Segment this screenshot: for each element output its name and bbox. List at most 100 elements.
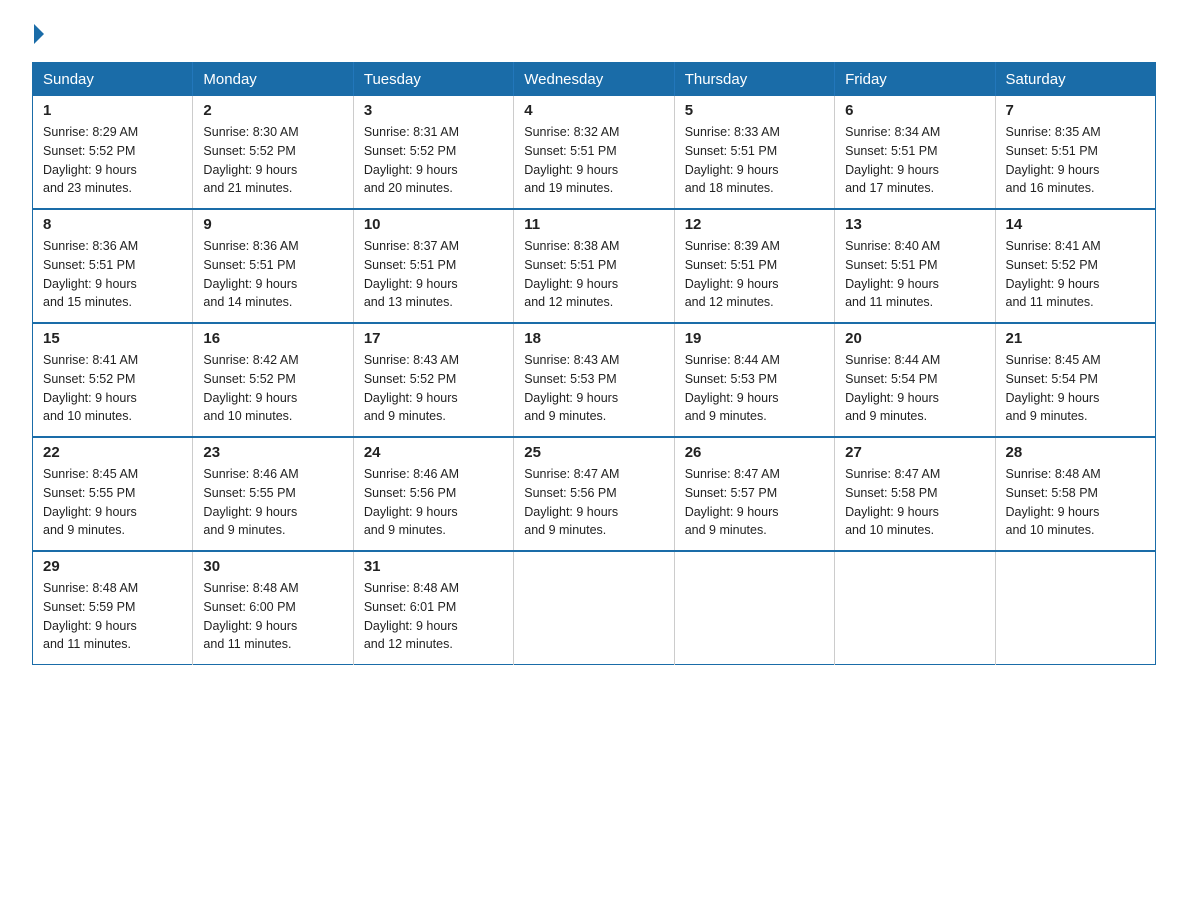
day-number: 3 xyxy=(364,102,503,119)
table-row: 10 Sunrise: 8:37 AMSunset: 5:51 PMDaylig… xyxy=(353,209,513,323)
day-number: 2 xyxy=(203,102,342,119)
day-number: 26 xyxy=(685,444,824,461)
header-tuesday: Tuesday xyxy=(353,63,513,97)
day-number: 16 xyxy=(203,330,342,347)
day-info: Sunrise: 8:36 AMSunset: 5:51 PMDaylight:… xyxy=(203,237,342,312)
day-info: Sunrise: 8:40 AMSunset: 5:51 PMDaylight:… xyxy=(845,237,984,312)
day-info: Sunrise: 8:29 AMSunset: 5:52 PMDaylight:… xyxy=(43,123,182,198)
day-info: Sunrise: 8:47 AMSunset: 5:57 PMDaylight:… xyxy=(685,465,824,540)
day-info: Sunrise: 8:33 AMSunset: 5:51 PMDaylight:… xyxy=(685,123,824,198)
table-row: 13 Sunrise: 8:40 AMSunset: 5:51 PMDaylig… xyxy=(835,209,995,323)
calendar-week-row: 29 Sunrise: 8:48 AMSunset: 5:59 PMDaylig… xyxy=(33,551,1156,665)
header-thursday: Thursday xyxy=(674,63,834,97)
day-number: 4 xyxy=(524,102,663,119)
table-row: 14 Sunrise: 8:41 AMSunset: 5:52 PMDaylig… xyxy=(995,209,1155,323)
table-row: 9 Sunrise: 8:36 AMSunset: 5:51 PMDayligh… xyxy=(193,209,353,323)
day-number: 27 xyxy=(845,444,984,461)
day-info: Sunrise: 8:41 AMSunset: 5:52 PMDaylight:… xyxy=(1006,237,1145,312)
day-info: Sunrise: 8:45 AMSunset: 5:54 PMDaylight:… xyxy=(1006,351,1145,426)
table-row: 29 Sunrise: 8:48 AMSunset: 5:59 PMDaylig… xyxy=(33,551,193,665)
day-info: Sunrise: 8:44 AMSunset: 5:54 PMDaylight:… xyxy=(845,351,984,426)
day-info: Sunrise: 8:32 AMSunset: 5:51 PMDaylight:… xyxy=(524,123,663,198)
header-friday: Friday xyxy=(835,63,995,97)
day-info: Sunrise: 8:31 AMSunset: 5:52 PMDaylight:… xyxy=(364,123,503,198)
day-info: Sunrise: 8:39 AMSunset: 5:51 PMDaylight:… xyxy=(685,237,824,312)
header-sunday: Sunday xyxy=(33,63,193,97)
table-row: 22 Sunrise: 8:45 AMSunset: 5:55 PMDaylig… xyxy=(33,437,193,551)
day-number: 25 xyxy=(524,444,663,461)
table-row: 28 Sunrise: 8:48 AMSunset: 5:58 PMDaylig… xyxy=(995,437,1155,551)
table-row: 11 Sunrise: 8:38 AMSunset: 5:51 PMDaylig… xyxy=(514,209,674,323)
table-row: 12 Sunrise: 8:39 AMSunset: 5:51 PMDaylig… xyxy=(674,209,834,323)
day-number: 20 xyxy=(845,330,984,347)
header-saturday: Saturday xyxy=(995,63,1155,97)
table-row: 27 Sunrise: 8:47 AMSunset: 5:58 PMDaylig… xyxy=(835,437,995,551)
day-info: Sunrise: 8:48 AMSunset: 6:00 PMDaylight:… xyxy=(203,579,342,654)
table-row: 26 Sunrise: 8:47 AMSunset: 5:57 PMDaylig… xyxy=(674,437,834,551)
table-row: 31 Sunrise: 8:48 AMSunset: 6:01 PMDaylig… xyxy=(353,551,513,665)
table-row: 30 Sunrise: 8:48 AMSunset: 6:00 PMDaylig… xyxy=(193,551,353,665)
header-wednesday: Wednesday xyxy=(514,63,674,97)
day-info: Sunrise: 8:42 AMSunset: 5:52 PMDaylight:… xyxy=(203,351,342,426)
table-row xyxy=(514,551,674,665)
table-row: 16 Sunrise: 8:42 AMSunset: 5:52 PMDaylig… xyxy=(193,323,353,437)
table-row: 3 Sunrise: 8:31 AMSunset: 5:52 PMDayligh… xyxy=(353,96,513,209)
day-number: 17 xyxy=(364,330,503,347)
header-monday: Monday xyxy=(193,63,353,97)
day-number: 22 xyxy=(43,444,182,461)
logo-triangle-icon xyxy=(34,24,44,44)
day-info: Sunrise: 8:48 AMSunset: 6:01 PMDaylight:… xyxy=(364,579,503,654)
table-row: 8 Sunrise: 8:36 AMSunset: 5:51 PMDayligh… xyxy=(33,209,193,323)
day-number: 15 xyxy=(43,330,182,347)
day-number: 29 xyxy=(43,558,182,575)
day-number: 1 xyxy=(43,102,182,119)
calendar-week-row: 15 Sunrise: 8:41 AMSunset: 5:52 PMDaylig… xyxy=(33,323,1156,437)
day-info: Sunrise: 8:37 AMSunset: 5:51 PMDaylight:… xyxy=(364,237,503,312)
day-info: Sunrise: 8:46 AMSunset: 5:55 PMDaylight:… xyxy=(203,465,342,540)
table-row: 5 Sunrise: 8:33 AMSunset: 5:51 PMDayligh… xyxy=(674,96,834,209)
table-row: 17 Sunrise: 8:43 AMSunset: 5:52 PMDaylig… xyxy=(353,323,513,437)
day-number: 11 xyxy=(524,216,663,233)
table-row xyxy=(674,551,834,665)
day-number: 23 xyxy=(203,444,342,461)
day-info: Sunrise: 8:44 AMSunset: 5:53 PMDaylight:… xyxy=(685,351,824,426)
table-row: 18 Sunrise: 8:43 AMSunset: 5:53 PMDaylig… xyxy=(514,323,674,437)
day-number: 9 xyxy=(203,216,342,233)
day-number: 31 xyxy=(364,558,503,575)
weekday-header-row: Sunday Monday Tuesday Wednesday Thursday… xyxy=(33,63,1156,97)
calendar-week-row: 22 Sunrise: 8:45 AMSunset: 5:55 PMDaylig… xyxy=(33,437,1156,551)
day-number: 6 xyxy=(845,102,984,119)
logo xyxy=(32,24,46,44)
day-number: 30 xyxy=(203,558,342,575)
day-info: Sunrise: 8:41 AMSunset: 5:52 PMDaylight:… xyxy=(43,351,182,426)
calendar-table: Sunday Monday Tuesday Wednesday Thursday… xyxy=(32,62,1156,665)
day-number: 5 xyxy=(685,102,824,119)
table-row: 24 Sunrise: 8:46 AMSunset: 5:56 PMDaylig… xyxy=(353,437,513,551)
table-row: 25 Sunrise: 8:47 AMSunset: 5:56 PMDaylig… xyxy=(514,437,674,551)
day-number: 14 xyxy=(1006,216,1145,233)
day-info: Sunrise: 8:47 AMSunset: 5:58 PMDaylight:… xyxy=(845,465,984,540)
day-info: Sunrise: 8:38 AMSunset: 5:51 PMDaylight:… xyxy=(524,237,663,312)
day-number: 19 xyxy=(685,330,824,347)
day-number: 8 xyxy=(43,216,182,233)
day-info: Sunrise: 8:30 AMSunset: 5:52 PMDaylight:… xyxy=(203,123,342,198)
day-info: Sunrise: 8:35 AMSunset: 5:51 PMDaylight:… xyxy=(1006,123,1145,198)
table-row: 4 Sunrise: 8:32 AMSunset: 5:51 PMDayligh… xyxy=(514,96,674,209)
day-info: Sunrise: 8:45 AMSunset: 5:55 PMDaylight:… xyxy=(43,465,182,540)
day-info: Sunrise: 8:47 AMSunset: 5:56 PMDaylight:… xyxy=(524,465,663,540)
table-row: 23 Sunrise: 8:46 AMSunset: 5:55 PMDaylig… xyxy=(193,437,353,551)
day-info: Sunrise: 8:43 AMSunset: 5:52 PMDaylight:… xyxy=(364,351,503,426)
table-row xyxy=(835,551,995,665)
day-info: Sunrise: 8:48 AMSunset: 5:58 PMDaylight:… xyxy=(1006,465,1145,540)
table-row: 2 Sunrise: 8:30 AMSunset: 5:52 PMDayligh… xyxy=(193,96,353,209)
table-row: 7 Sunrise: 8:35 AMSunset: 5:51 PMDayligh… xyxy=(995,96,1155,209)
page-header xyxy=(32,24,1156,44)
table-row: 21 Sunrise: 8:45 AMSunset: 5:54 PMDaylig… xyxy=(995,323,1155,437)
day-number: 7 xyxy=(1006,102,1145,119)
table-row: 15 Sunrise: 8:41 AMSunset: 5:52 PMDaylig… xyxy=(33,323,193,437)
day-number: 13 xyxy=(845,216,984,233)
day-number: 24 xyxy=(364,444,503,461)
day-number: 10 xyxy=(364,216,503,233)
day-info: Sunrise: 8:46 AMSunset: 5:56 PMDaylight:… xyxy=(364,465,503,540)
day-number: 12 xyxy=(685,216,824,233)
